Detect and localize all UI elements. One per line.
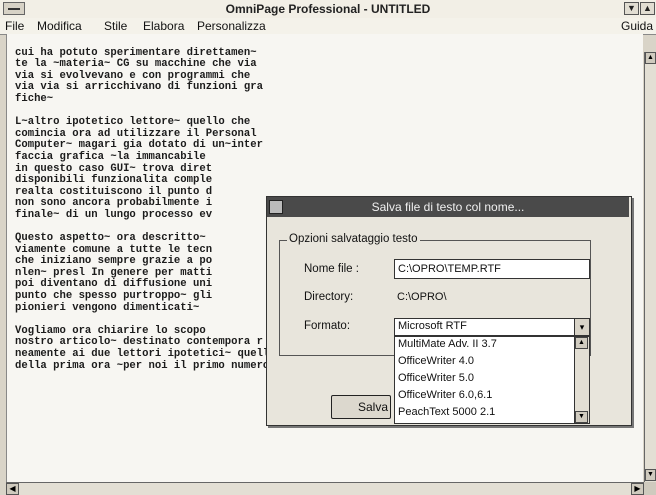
- scroll-right-arrow-icon[interactable]: ▶: [631, 483, 644, 495]
- menu-stile[interactable]: Stile: [104, 19, 127, 33]
- doc-line: non sono ancora probabilmente i: [15, 197, 213, 210]
- filename-field[interactable]: C:\OPRO\TEMP.RTF: [394, 259, 590, 279]
- format-option[interactable]: MultiMate Adv. II 3.7: [398, 338, 497, 350]
- format-option[interactable]: PeachText 5000 2.1: [398, 406, 495, 418]
- doc-line: Vogliamo ora chiarire lo scopo: [15, 324, 206, 337]
- format-dropdown[interactable]: Microsoft RTF ▾: [394, 318, 590, 336]
- scroll-left-arrow-icon[interactable]: ◀: [6, 483, 19, 495]
- doc-line: Questo aspetto~ ora descritto~: [15, 232, 206, 245]
- vertical-scrollbar[interactable]: ▲ ▼: [644, 52, 656, 482]
- directory-label: Directory:: [304, 291, 354, 303]
- doc-line: viamente comune a tutte le tecn: [15, 243, 213, 256]
- options-list-scrollbar[interactable]: ▲ ▼: [574, 337, 589, 423]
- maximize-button[interactable]: ▲: [640, 2, 655, 15]
- doc-line: te la ~materia~ CG su macchine che via: [15, 58, 257, 71]
- title-bar: OmniPage Professional - UNTITLED ▼ ▲: [0, 0, 656, 19]
- doc-line: neamente ai due lettori ipotetici~ quell…: [15, 348, 276, 361]
- menu-personalizza[interactable]: Personalizza: [197, 19, 266, 33]
- format-options-list[interactable]: MultiMate Adv. II 3.7 OfficeWriter 4.0 O…: [394, 336, 590, 424]
- horizontal-scrollbar[interactable]: ◀ ▶: [6, 482, 644, 495]
- format-selected-value: Microsoft RTF: [398, 320, 467, 332]
- doc-line: della prima ora ~per noi il primo numero…: [15, 359, 276, 372]
- format-option[interactable]: OfficeWriter 5.0: [398, 372, 474, 384]
- doc-line: finale~ di un lungo processo ev: [15, 208, 213, 221]
- options-group-label: Opzioni salvataggio testo: [287, 233, 420, 245]
- menu-file[interactable]: File: [5, 19, 24, 33]
- doc-line: punto che spesso purtroppo~ gli: [15, 290, 213, 303]
- scroll-down-arrow-icon[interactable]: ▼: [645, 469, 656, 481]
- doc-line: disponibili funzionalita comple: [15, 174, 213, 187]
- save-button[interactable]: Salva: [331, 395, 391, 419]
- doc-line: via via si arricchivano di funzioni gra: [15, 81, 263, 94]
- dropdown-arrow-icon[interactable]: ▾: [574, 319, 589, 335]
- doc-line: in questo caso GUI~ trova diret: [15, 162, 213, 175]
- dialog-title: Salva file di testo col nome...: [267, 197, 629, 217]
- menu-modifica[interactable]: Modifica: [37, 19, 82, 33]
- doc-line: poi diventano di diffusione uni: [15, 278, 213, 291]
- scrollbar-corner: [644, 482, 656, 495]
- format-label: Formato:: [304, 320, 351, 332]
- doc-line: realta costituiscono il punto d: [15, 185, 213, 198]
- doc-line: faccia grafica ~la immancabile: [15, 150, 206, 163]
- doc-line: comincia ora ad utilizzare il Personal: [15, 127, 257, 140]
- window-title: OmniPage Professional - UNTITLED: [225, 2, 431, 16]
- menu-guida[interactable]: Guida: [621, 19, 653, 33]
- document-text: cui ha potuto sperimentare direttamen~ t…: [15, 36, 276, 384]
- save-dialog: Salva file di testo col nome... Opzioni …: [266, 196, 632, 426]
- dialog-system-menu-button[interactable]: [269, 200, 283, 214]
- format-option[interactable]: OfficeWriter 4.0: [398, 355, 474, 367]
- doc-line: che iniziano sempre grazie a po: [15, 255, 213, 268]
- menu-bar: File Modifica Stile Elabora Personalizza…: [0, 18, 656, 35]
- menu-elabora[interactable]: Elabora: [143, 19, 184, 33]
- scroll-up-arrow-icon[interactable]: ▲: [645, 52, 656, 64]
- doc-line: cui ha potuto sperimentare direttamen~: [15, 46, 257, 59]
- format-option[interactable]: OfficeWriter 6.0,6.1: [398, 389, 492, 401]
- filename-label: Nome file :: [304, 263, 359, 275]
- doc-line: via si evolvevano e con programmi che: [15, 69, 251, 82]
- doc-line: Computer~ magari gia dotato di un~inter: [15, 139, 263, 152]
- doc-line: L~altro ipotetico lettore~ quello che: [15, 116, 251, 129]
- doc-line: pionieri vengono dimenticati~: [15, 301, 200, 314]
- doc-line: nostro articolo~ destinato contempora r: [15, 336, 263, 349]
- minimize-button[interactable]: ▼: [624, 2, 639, 15]
- doc-line: fiche~: [15, 92, 54, 105]
- list-scroll-up-icon[interactable]: ▲: [575, 337, 588, 349]
- directory-value: C:\OPRO\: [397, 291, 447, 303]
- list-scroll-down-icon[interactable]: ▼: [575, 411, 588, 423]
- doc-line: nlen~ presl In genere per matti: [15, 266, 213, 279]
